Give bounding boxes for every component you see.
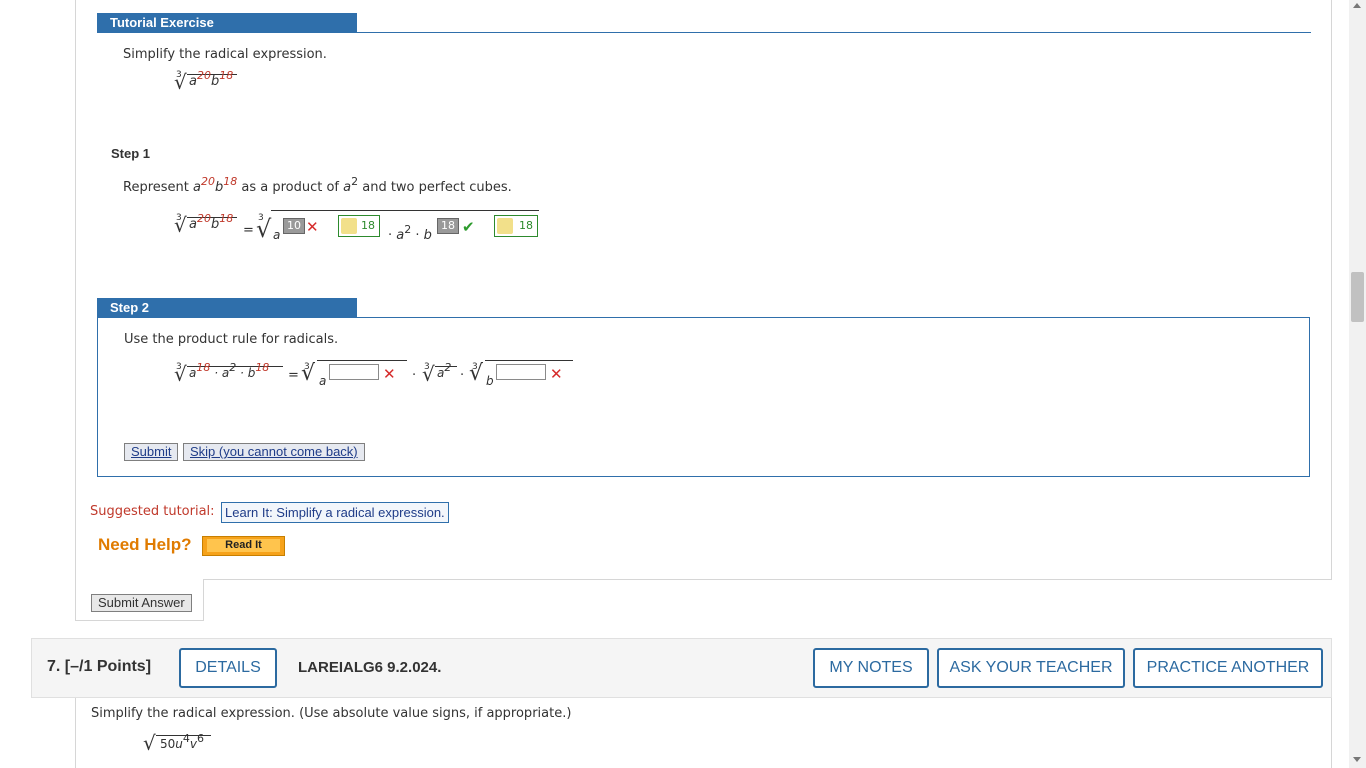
user-answer-b-exponent[interactable]: 18 bbox=[437, 218, 459, 234]
scrollbar-thumb[interactable] bbox=[1351, 272, 1364, 322]
key-icon bbox=[497, 218, 513, 234]
incorrect-mark-icon: ✕ bbox=[550, 365, 563, 383]
step2-instruction: Use the product rule for radicals. bbox=[124, 332, 339, 347]
ask-your-teacher-button[interactable]: ASK YOUR TEACHER bbox=[937, 648, 1125, 688]
submit-answer-button[interactable]: Submit Answer bbox=[91, 594, 192, 612]
radical-icon: √ bbox=[422, 362, 435, 386]
user-answer-a-exponent[interactable]: 10 bbox=[283, 218, 305, 234]
scroll-up-arrow-icon[interactable] bbox=[1353, 3, 1361, 8]
radical-icon: √ bbox=[174, 362, 187, 386]
question-code: LAREIALG6 9.2.024. bbox=[298, 659, 442, 676]
radical-icon: √ bbox=[174, 213, 187, 237]
step2-header: Step 2 bbox=[97, 298, 357, 317]
vertical-scrollbar[interactable] bbox=[1349, 0, 1366, 768]
answer-key-a[interactable]: 18 bbox=[338, 215, 380, 237]
incorrect-mark-icon: ✕ bbox=[383, 365, 396, 383]
suggested-tutorial-label: Suggested tutorial: bbox=[90, 504, 215, 519]
read-it-label: Read It bbox=[207, 539, 280, 552]
key-icon bbox=[341, 218, 357, 234]
step2-submit-button[interactable]: Submit bbox=[124, 443, 179, 461]
radical-icon: √ bbox=[256, 215, 272, 243]
correct-check-icon: ✔ bbox=[462, 218, 475, 236]
content-left-border bbox=[75, 0, 76, 580]
radical-icon: √ bbox=[143, 731, 156, 755]
learn-it-link[interactable]: Learn It: Simplify a radical expression. bbox=[221, 502, 449, 523]
question-7-radical: √ 50u4v6 bbox=[143, 731, 233, 755]
radical-icon: √ bbox=[301, 361, 316, 386]
tutorial-header: Tutorial Exercise bbox=[97, 13, 357, 32]
incorrect-mark-icon: ✕ bbox=[306, 218, 319, 236]
need-help-label: Need Help? bbox=[98, 535, 192, 554]
tutorial-radical-expression: 3 √ a20b18 bbox=[172, 69, 262, 94]
step1-label: Step 1 bbox=[111, 146, 151, 161]
question-7-prompt: Simplify the radical expression. (Use ab… bbox=[91, 706, 572, 721]
content-bottom-border bbox=[75, 579, 1332, 580]
practice-another-button[interactable]: PRACTICE ANOTHER bbox=[1133, 648, 1323, 688]
skip-button[interactable]: Skip (you cannot come back) bbox=[183, 443, 365, 461]
answer-key-b[interactable]: 18 bbox=[494, 215, 538, 237]
my-notes-button[interactable]: MY NOTES bbox=[813, 648, 929, 688]
question-number: 7. [–/1 Points] bbox=[47, 658, 152, 675]
content-right-border bbox=[1331, 0, 1332, 580]
question-points: [–/1 Points] bbox=[64, 658, 152, 675]
radical-icon: √ bbox=[469, 361, 484, 386]
details-button[interactable]: DETAILS bbox=[179, 648, 277, 688]
tutorial-prompt: Simplify the radical expression. bbox=[123, 47, 327, 62]
step2-input-b[interactable] bbox=[496, 364, 546, 380]
tutorial-header-rule bbox=[97, 32, 1311, 33]
radical-icon: √ bbox=[174, 70, 187, 94]
read-it-button[interactable]: Read It bbox=[202, 536, 285, 556]
step1-instruction: Represent a20b18 as a product of a2 and … bbox=[123, 175, 512, 195]
step2-input-a[interactable] bbox=[329, 364, 379, 380]
scroll-down-arrow-icon[interactable] bbox=[1353, 757, 1361, 762]
